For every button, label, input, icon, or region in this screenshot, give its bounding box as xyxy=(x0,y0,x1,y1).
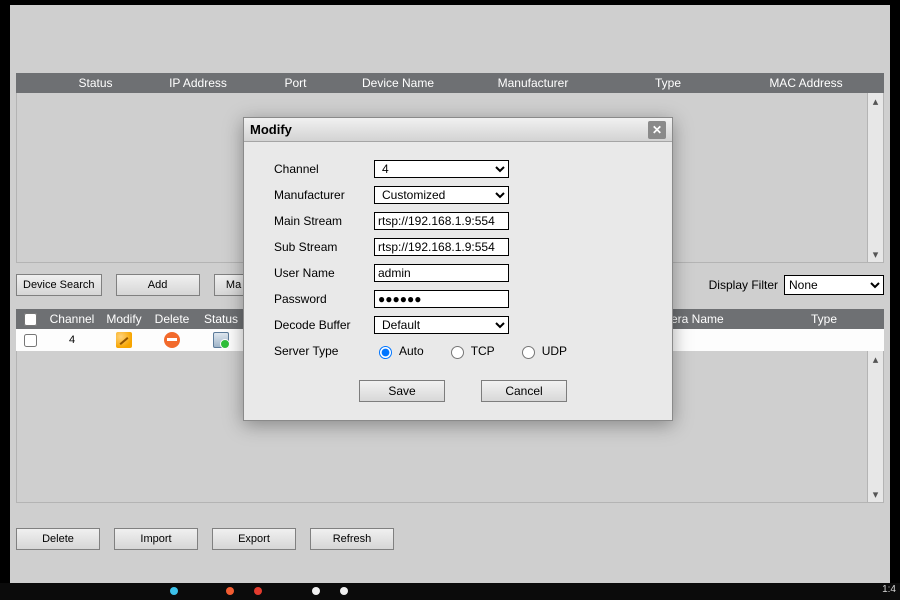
save-button[interactable]: Save xyxy=(359,380,445,402)
manufacturer-select[interactable]: Customized xyxy=(374,186,509,204)
channel-select[interactable]: 4 xyxy=(374,160,509,178)
col-manufacturer: Manufacturer xyxy=(458,76,608,90)
sub-stream-input[interactable] xyxy=(374,238,509,256)
channel-label: Channel xyxy=(274,162,374,176)
taskbar-app-icon[interactable] xyxy=(340,587,348,595)
server-type-udp-option[interactable]: UDP xyxy=(517,343,567,359)
password-label: Password xyxy=(274,292,374,306)
scroll-down-icon[interactable]: ▾ xyxy=(868,486,883,502)
taskbar-app-icon[interactable] xyxy=(254,587,262,595)
scroll-down-icon[interactable]: ▾ xyxy=(868,246,883,262)
decode-buffer-select[interactable]: Default xyxy=(374,316,509,334)
scroll-up-icon[interactable]: ▴ xyxy=(868,351,883,367)
select-all-checkbox[interactable] xyxy=(24,313,37,326)
import-button[interactable]: Import xyxy=(114,528,198,550)
decode-buffer-label: Decode Buffer xyxy=(274,318,374,332)
display-filter-select[interactable]: None xyxy=(784,275,884,295)
server-type-auto-radio[interactable] xyxy=(379,346,392,359)
delete-button[interactable]: Delete xyxy=(16,528,100,550)
col-port: Port xyxy=(253,76,338,90)
os-taskbar[interactable]: 1:4 xyxy=(0,583,900,600)
col-type-lower: Type xyxy=(764,312,884,326)
dialog-titlebar[interactable]: Modify ✕ xyxy=(244,118,672,142)
status-ok-icon xyxy=(213,332,229,348)
password-input[interactable] xyxy=(374,290,509,308)
taskbar-app-icon[interactable] xyxy=(226,587,234,595)
search-results-scrollbar[interactable]: ▴ ▾ xyxy=(867,93,883,262)
col-channel: Channel xyxy=(44,312,100,326)
refresh-button[interactable]: Refresh xyxy=(310,528,394,550)
col-delete: Delete xyxy=(148,312,196,326)
delete-icon[interactable] xyxy=(164,332,180,348)
edit-icon[interactable] xyxy=(116,332,132,348)
dialog-title: Modify xyxy=(250,122,292,137)
sub-stream-label: Sub Stream xyxy=(274,240,374,254)
main-stream-label: Main Stream xyxy=(274,214,374,228)
cancel-button[interactable]: Cancel xyxy=(481,380,567,402)
search-results-header: Status IP Address Port Device Name Manuf… xyxy=(16,73,884,93)
manufacturer-label: Manufacturer xyxy=(274,188,374,202)
server-type-udp-radio[interactable] xyxy=(522,346,535,359)
row-channel-value: 4 xyxy=(44,334,100,346)
main-stream-input[interactable] xyxy=(374,212,509,230)
close-icon[interactable]: ✕ xyxy=(648,121,666,139)
col-ip: IP Address xyxy=(143,76,253,90)
channel-table-scrollbar[interactable]: ▴ ▾ xyxy=(867,351,883,502)
bottom-button-row: Delete Import Export Refresh xyxy=(16,527,408,551)
username-label: User Name xyxy=(274,266,374,280)
scroll-up-icon[interactable]: ▴ xyxy=(868,93,883,109)
col-modify: Modify xyxy=(100,312,148,326)
server-type-auto-option[interactable]: Auto xyxy=(374,343,424,359)
col-type: Type xyxy=(608,76,728,90)
export-button[interactable]: Export xyxy=(212,528,296,550)
app-window: Status IP Address Port Device Name Manuf… xyxy=(10,5,890,583)
col-status-lower: Status xyxy=(196,312,246,326)
modify-dialog: Modify ✕ Channel 4 Manufacturer Customiz… xyxy=(243,117,673,421)
server-type-tcp-radio[interactable] xyxy=(451,346,464,359)
server-type-tcp-option[interactable]: TCP xyxy=(446,343,495,359)
taskbar-app-icon[interactable] xyxy=(170,587,178,595)
row-checkbox[interactable] xyxy=(24,334,37,347)
server-type-label: Server Type xyxy=(274,344,374,358)
taskbar-clock: 1:4 xyxy=(882,584,896,595)
col-mac: MAC Address xyxy=(728,76,884,90)
display-filter-label: Display Filter xyxy=(709,278,778,292)
col-status: Status xyxy=(48,76,143,90)
col-device-name: Device Name xyxy=(338,76,458,90)
device-search-button[interactable]: Device Search xyxy=(16,274,102,296)
taskbar-app-icon[interactable] xyxy=(312,587,320,595)
username-input[interactable] xyxy=(374,264,509,282)
add-button[interactable]: Add xyxy=(116,274,200,296)
